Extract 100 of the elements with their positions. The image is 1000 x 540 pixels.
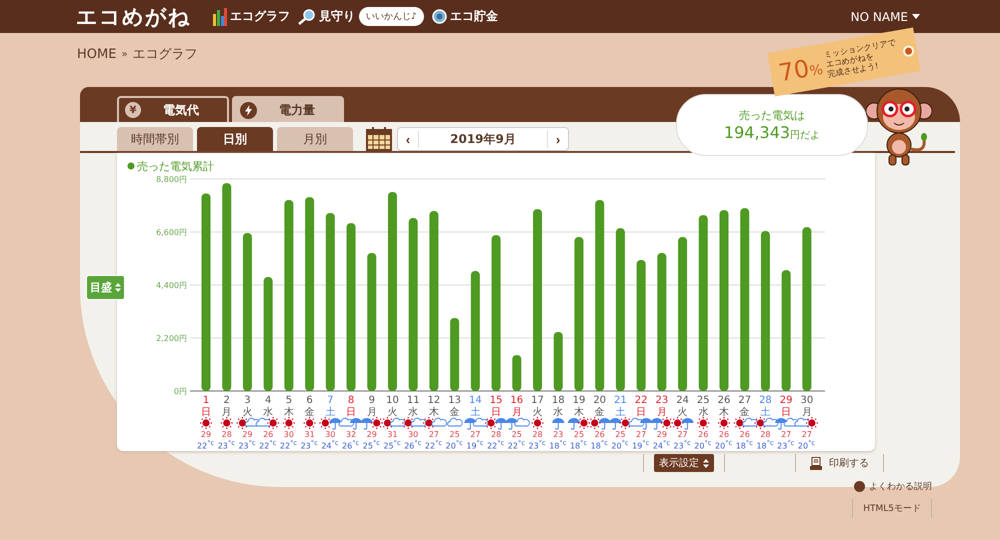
bar[interactable]	[429, 211, 438, 391]
low-temperature: 20$^{°c}$	[446, 438, 464, 450]
bar[interactable]	[346, 223, 356, 391]
weekday-label: 月	[222, 407, 232, 418]
sun-icon	[672, 417, 684, 429]
print-button[interactable]: 印刷する	[810, 456, 869, 470]
bar[interactable]	[554, 332, 563, 391]
caret-icon	[912, 14, 920, 19]
cloud-icon	[514, 418, 530, 426]
low-temperature: 18$^{°c}$	[570, 438, 588, 450]
day-label: 16	[510, 395, 524, 406]
low-temperature: 23$^{°c}$	[300, 438, 319, 450]
bar[interactable]	[636, 260, 646, 391]
bar[interactable]	[222, 183, 232, 391]
period-tab[interactable]: 時間帯別	[117, 127, 193, 151]
calendar-icon[interactable]	[365, 126, 393, 152]
weekday-label: 金	[740, 407, 750, 418]
period-tab[interactable]: 日別	[197, 127, 273, 151]
weekday-label: 日	[201, 407, 211, 418]
high-temperature: 27	[802, 430, 812, 439]
tab[interactable]: 電力量	[232, 96, 344, 122]
high-temperature: 27	[677, 430, 688, 439]
high-temperature: 31	[387, 430, 398, 439]
bar[interactable]	[284, 200, 294, 391]
bar[interactable]	[574, 237, 584, 391]
high-temperature: 32	[346, 430, 356, 439]
magnifier-icon	[298, 8, 316, 24]
day-label: 18	[552, 395, 565, 406]
high-temperature: 26	[263, 430, 274, 439]
bar[interactable]	[367, 252, 376, 391]
weekday-label: 日	[781, 407, 792, 418]
html5-mode-link[interactable]: HTML5モード	[852, 499, 932, 518]
sold-amount: 194,343	[724, 123, 790, 142]
breadcrumb-link[interactable]: HOME	[77, 46, 116, 62]
y-axis-label: 6,600円	[156, 228, 187, 237]
bar[interactable]	[388, 192, 397, 391]
weekday-label: 水	[263, 407, 274, 418]
tab[interactable]: ¥ 電気代	[117, 96, 229, 122]
umbrella-icon	[682, 418, 694, 430]
bar[interactable]	[657, 252, 666, 391]
month-label: 2019年9月	[418, 130, 548, 148]
bar[interactable]	[450, 318, 460, 391]
bar[interactable]	[242, 232, 252, 391]
low-temperature: 24$^{°c}$	[321, 438, 340, 450]
bar[interactable]	[305, 197, 314, 391]
sun-icon	[754, 417, 766, 429]
lightning-icon	[240, 102, 257, 118]
help-link[interactable]: よくわかる説明	[854, 480, 932, 493]
weekday-label: 日	[346, 407, 356, 418]
bar[interactable]	[264, 277, 273, 391]
high-temperature: 25	[512, 430, 522, 439]
legend-label: 売った電気累計	[137, 160, 214, 173]
bar[interactable]	[678, 237, 688, 391]
display-settings-button[interactable]: 表示設定	[654, 454, 714, 472]
bar[interactable]	[802, 227, 812, 391]
legend-dot-icon	[128, 162, 134, 170]
bar[interactable]	[492, 235, 501, 391]
sun-icon	[402, 417, 414, 429]
breadcrumb-separator: »	[121, 48, 128, 60]
weekday-label: 土	[470, 407, 480, 418]
weekday-label: 日	[636, 407, 646, 418]
nav-link[interactable]: エコグラフ	[213, 8, 290, 26]
next-month-button[interactable]: ›	[548, 128, 568, 150]
nav-link[interactable]: 見守り	[298, 8, 355, 25]
bar[interactable]	[760, 231, 770, 391]
bar[interactable]	[326, 212, 335, 391]
low-temperature: 20$^{°c}$	[798, 438, 816, 450]
site-logo[interactable]: エコめがね	[76, 2, 191, 30]
bar[interactable]	[782, 270, 791, 391]
day-label: 7	[327, 395, 334, 406]
previous-month-button[interactable]: ‹	[398, 128, 418, 150]
printer-icon	[810, 456, 822, 470]
bar[interactable]	[533, 209, 542, 391]
umbrella-icon	[495, 418, 508, 430]
umbrella-icon	[350, 418, 362, 430]
amount-unit: 円だよ	[790, 129, 820, 142]
bar[interactable]	[616, 228, 625, 391]
period-tab[interactable]: 月別	[277, 127, 353, 151]
high-temperature: 23	[553, 430, 564, 439]
umbrella-icon	[598, 418, 611, 430]
user-menu[interactable]: NO NAME	[850, 10, 920, 24]
umbrella-icon	[568, 418, 580, 430]
low-temperature: 25$^{°c}$	[383, 438, 402, 450]
bar[interactable]	[698, 215, 708, 391]
breadcrumb-link[interactable]: エコグラフ	[132, 45, 198, 63]
bar[interactable]	[595, 200, 604, 391]
bar[interactable]	[470, 271, 480, 391]
weekday-label: 金	[594, 407, 605, 418]
bar[interactable]	[740, 208, 750, 391]
umbrella-icon	[609, 418, 622, 430]
high-temperature: 30	[284, 430, 294, 439]
sun-icon	[588, 417, 601, 429]
bar[interactable]	[408, 218, 418, 391]
weekday-label: 火	[678, 407, 688, 418]
bar[interactable]	[512, 355, 522, 391]
high-temperature: 30	[408, 430, 418, 439]
sun-icon	[619, 417, 632, 429]
umbrella-icon	[464, 418, 476, 430]
nav-link[interactable]: エコ貯金	[432, 8, 498, 25]
y-axis-label: 2,200円	[156, 334, 187, 343]
